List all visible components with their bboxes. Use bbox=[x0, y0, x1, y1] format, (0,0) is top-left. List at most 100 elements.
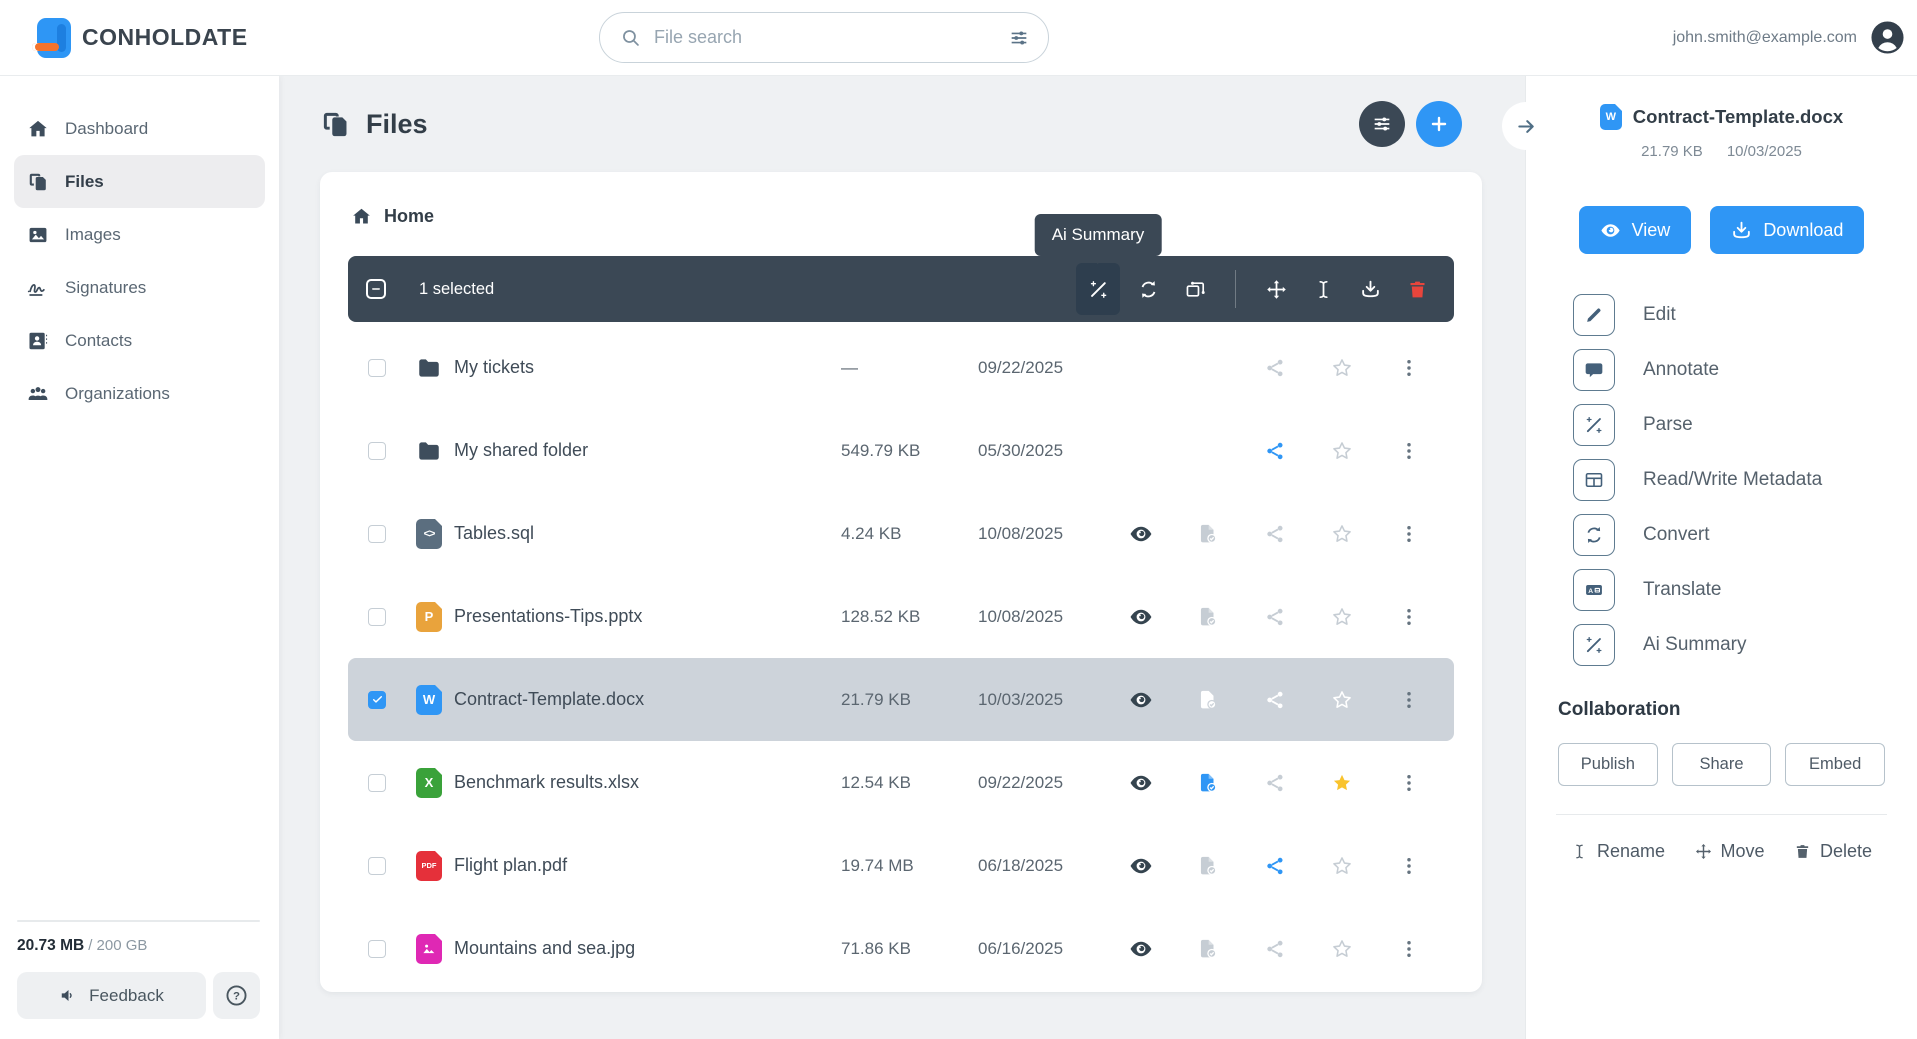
view-button[interactable]: View bbox=[1578, 206, 1692, 254]
search-filter-icon[interactable] bbox=[1008, 27, 1030, 49]
more-actions-icon[interactable] bbox=[1389, 680, 1429, 720]
file-name[interactable]: Mountains and sea.jpg bbox=[454, 938, 841, 959]
star-icon[interactable] bbox=[1322, 348, 1362, 388]
file-name[interactable]: Contract-Template.docx bbox=[454, 689, 841, 710]
preview-icon[interactable] bbox=[1121, 514, 1161, 554]
row-checkbox[interactable] bbox=[368, 441, 386, 460]
more-actions-icon[interactable] bbox=[1389, 763, 1429, 803]
file-name[interactable]: Flight plan.pdf bbox=[454, 855, 841, 876]
rename-button[interactable] bbox=[1304, 263, 1342, 315]
file-row[interactable]: X Benchmark results.xlsx 12.54 KB 09/22/202… bbox=[348, 741, 1454, 824]
row-checkbox[interactable] bbox=[368, 939, 386, 958]
move-button[interactable]: Move bbox=[1695, 841, 1765, 862]
file-status-icon[interactable] bbox=[1188, 680, 1228, 720]
publish-button[interactable]: Publish bbox=[1558, 743, 1658, 786]
avatar[interactable] bbox=[1870, 20, 1905, 55]
star-icon[interactable] bbox=[1322, 763, 1362, 803]
star-icon[interactable] bbox=[1322, 680, 1362, 720]
file-status-icon[interactable] bbox=[1188, 514, 1228, 554]
star-icon[interactable] bbox=[1322, 846, 1362, 886]
file-name[interactable]: My shared folder bbox=[454, 440, 841, 461]
panel-action-ai-summary[interactable]: Ai Summary bbox=[1573, 624, 1887, 666]
ai-summary-button[interactable]: Ai Summary bbox=[1034, 214, 1162, 315]
more-actions-icon[interactable] bbox=[1389, 514, 1429, 554]
row-checkbox[interactable] bbox=[368, 773, 386, 792]
download-button[interactable]: Download bbox=[1710, 206, 1865, 254]
row-checkbox[interactable] bbox=[368, 607, 386, 626]
star-icon[interactable] bbox=[1322, 514, 1362, 554]
more-actions-icon[interactable] bbox=[1389, 431, 1429, 471]
file-row[interactable]: PDF Flight plan.pdf 19.74 MB 06/18/2025 bbox=[348, 824, 1454, 907]
preview-icon[interactable] bbox=[1121, 929, 1161, 969]
select-all-checkbox[interactable] bbox=[366, 279, 386, 299]
file-row[interactable]: My tickets — 09/22/2025 bbox=[348, 326, 1454, 409]
row-checkbox[interactable] bbox=[368, 856, 386, 875]
sidebar-item-images[interactable]: Images bbox=[14, 208, 265, 261]
share-icon[interactable] bbox=[1255, 680, 1295, 720]
preview-icon[interactable] bbox=[1121, 597, 1161, 637]
sidebar-item-files[interactable]: Files bbox=[14, 155, 265, 208]
more-actions-icon[interactable] bbox=[1389, 846, 1429, 886]
preview-icon[interactable] bbox=[1121, 680, 1161, 720]
file-row[interactable]: W Contract-Template.docx 21.79 KB 10/03/202… bbox=[348, 658, 1454, 741]
file-row[interactable]: My shared folder 549.79 KB 05/30/2025 bbox=[348, 409, 1454, 492]
collapse-panel-button[interactable] bbox=[1502, 102, 1550, 150]
panel-action-convert[interactable]: Convert bbox=[1573, 514, 1887, 556]
sidebar-item-signatures[interactable]: Signatures bbox=[14, 261, 265, 314]
preview-icon[interactable] bbox=[1121, 763, 1161, 803]
row-checkbox[interactable] bbox=[368, 690, 386, 709]
file-row[interactable]: Mountains and sea.jpg 71.86 KB 06/16/2025 bbox=[348, 907, 1454, 990]
convert-button[interactable] bbox=[1129, 263, 1167, 315]
share-button[interactable]: Share bbox=[1671, 743, 1772, 786]
share-icon[interactable] bbox=[1255, 514, 1295, 554]
search-bar[interactable] bbox=[599, 12, 1049, 63]
sidebar-item-dashboard[interactable]: Dashboard bbox=[14, 102, 265, 155]
delete-button[interactable] bbox=[1398, 263, 1436, 315]
search-input[interactable] bbox=[654, 27, 995, 48]
panel-action-parse[interactable]: Parse bbox=[1573, 404, 1887, 446]
share-icon[interactable] bbox=[1255, 597, 1295, 637]
share-icon[interactable] bbox=[1255, 431, 1295, 471]
view-settings-button[interactable] bbox=[1359, 101, 1405, 147]
star-icon[interactable] bbox=[1322, 929, 1362, 969]
file-row[interactable]: P Presentations-Tips.pptx 128.52 KB 10/08/2… bbox=[348, 575, 1454, 658]
delete-button[interactable]: Delete bbox=[1794, 841, 1872, 862]
file-row[interactable]: <> Tables.sql 4.24 KB 10/08/2025 bbox=[348, 492, 1454, 575]
feedback-button[interactable]: Feedback bbox=[17, 972, 206, 1019]
row-checkbox[interactable] bbox=[368, 358, 386, 377]
merge-button[interactable] bbox=[1176, 263, 1214, 315]
panel-action-read-write-metadata[interactable]: Read/Write Metadata bbox=[1573, 459, 1887, 501]
breadcrumb[interactable]: Home bbox=[348, 172, 1454, 246]
move-button[interactable] bbox=[1257, 263, 1295, 315]
share-icon[interactable] bbox=[1255, 763, 1295, 803]
preview-icon[interactable] bbox=[1121, 846, 1161, 886]
add-new-button[interactable] bbox=[1416, 101, 1462, 147]
file-name[interactable]: Presentations-Tips.pptx bbox=[454, 606, 841, 627]
file-name[interactable]: Benchmark results.xlsx bbox=[454, 772, 841, 793]
more-actions-icon[interactable] bbox=[1389, 929, 1429, 969]
help-button[interactable] bbox=[213, 972, 260, 1019]
file-name[interactable]: My tickets bbox=[454, 357, 841, 378]
file-status-icon[interactable] bbox=[1188, 597, 1228, 637]
panel-action-edit[interactable]: Edit bbox=[1573, 294, 1887, 336]
more-actions-icon[interactable] bbox=[1389, 597, 1429, 637]
download-button[interactable] bbox=[1351, 263, 1389, 315]
panel-action-annotate[interactable]: Annotate bbox=[1573, 349, 1887, 391]
panel-action-translate[interactable]: Translate bbox=[1573, 569, 1887, 611]
file-status-icon[interactable] bbox=[1188, 763, 1228, 803]
share-icon[interactable] bbox=[1255, 348, 1295, 388]
share-icon[interactable] bbox=[1255, 846, 1295, 886]
row-checkbox[interactable] bbox=[368, 524, 386, 543]
star-icon[interactable] bbox=[1322, 597, 1362, 637]
file-name[interactable]: Tables.sql bbox=[454, 523, 841, 544]
sidebar-item-organizations[interactable]: Organizations bbox=[14, 367, 265, 420]
rename-button[interactable]: Rename bbox=[1571, 841, 1665, 862]
file-status-icon[interactable] bbox=[1188, 929, 1228, 969]
star-icon[interactable] bbox=[1322, 431, 1362, 471]
file-status-icon[interactable] bbox=[1188, 846, 1228, 886]
brand-logo[interactable]: CONHOLDATE bbox=[32, 17, 248, 58]
share-icon[interactable] bbox=[1255, 929, 1295, 969]
embed-button[interactable]: Embed bbox=[1785, 743, 1886, 786]
more-actions-icon[interactable] bbox=[1389, 348, 1429, 388]
sidebar-item-contacts[interactable]: Contacts bbox=[14, 314, 265, 367]
